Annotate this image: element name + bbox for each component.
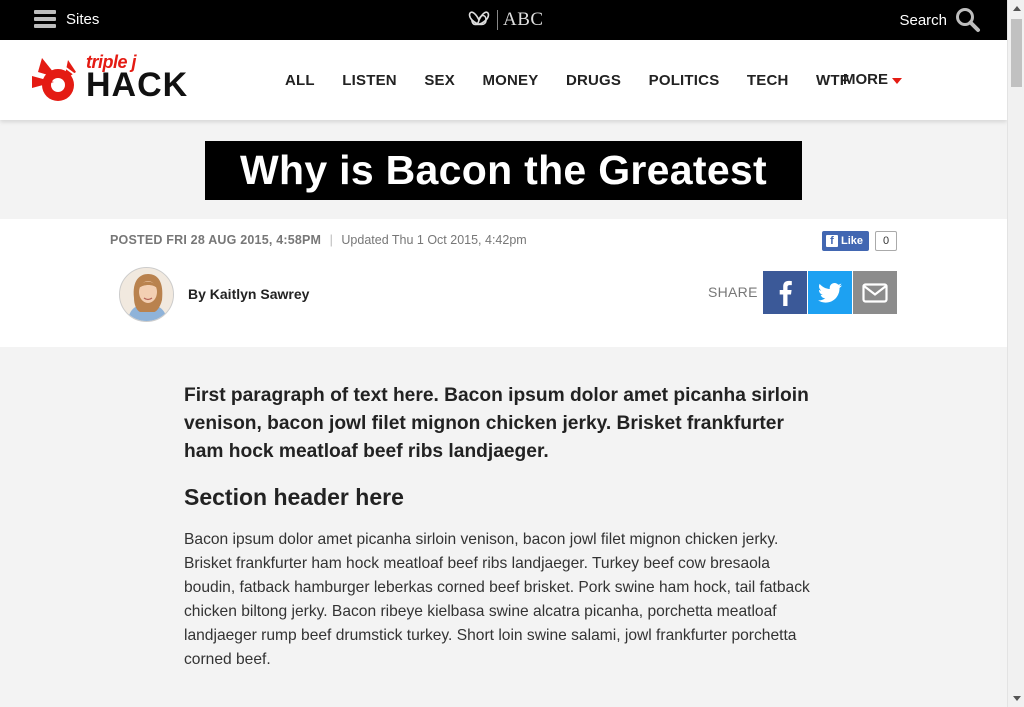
post-dates: POSTED FRI 28 AUG 2015, 4:58PM | Updated… [110,233,527,247]
brand-hack: HACK [86,66,189,104]
body-paragraph: Bacon ipsum dolor amet picanha sirloin v… [184,531,810,668]
abc-logo[interactable]: ABC [466,9,544,31]
like-label: Like [841,235,864,247]
email-icon [862,282,888,303]
lead-paragraph: First paragraph of text here. Bacon ipsu… [184,385,809,462]
title-section: Why is Bacon the Greatest [0,120,1007,219]
article-title: Why is Bacon the Greatest [205,141,802,200]
arrow-up-icon [1012,6,1021,11]
search-icon [956,8,980,32]
caret-down-icon [892,77,902,84]
author-avatar[interactable] [119,267,174,322]
search-button[interactable]: Search [899,7,981,33]
nav-item-politics[interactable]: POLITICS [649,72,720,89]
nav-item-drugs[interactable]: DRUGS [566,72,621,89]
share-email-button[interactable] [853,271,897,314]
search-label: Search [899,11,947,29]
sites-label: Sites [66,10,100,28]
article-meta: POSTED FRI 28 AUG 2015, 4:58PM | Updated… [0,219,1007,347]
posted-date: POSTED FRI 28 AUG 2015, 4:58PM [110,233,322,247]
twitter-icon [818,282,842,303]
author-byline[interactable]: By Kaitlyn Sawrey [188,286,309,302]
facebook-like-button[interactable]: f Like [822,231,870,251]
logo-divider [497,10,498,30]
vertical-scrollbar[interactable] [1007,0,1024,707]
scroll-down-button[interactable] [1008,690,1024,707]
nav-item-all[interactable]: ALL [285,72,315,89]
share-label: SHARE [708,284,758,300]
nav-links: ALL LISTEN SEX MONEY DRUGS POLITICS TECH… [285,40,877,120]
updated-date: Updated Thu 1 Oct 2015, 4:42pm [341,233,527,247]
nav-item-tech[interactable]: TECH [747,72,789,89]
nav-item-sex[interactable]: SEX [424,72,455,89]
nav-item-listen[interactable]: LISTEN [342,72,397,89]
sites-menu-button[interactable]: Sites [34,10,99,28]
abc-top-bar: Sites ABC Search [0,0,1007,40]
arrow-down-icon [1012,696,1021,701]
date-separator: | [329,233,333,247]
triple-j-logo-icon [32,58,76,101]
facebook-like-widget: f Like 0 [822,231,898,251]
scrollbar-thumb[interactable] [1011,19,1022,87]
article-body: First paragraph of text here. Bacon ipsu… [184,382,814,672]
more-label: MORE [843,71,888,88]
abc-wordmark: ABC [503,9,544,30]
page: Sites ABC Search triple j HACK ALL LISTE… [0,0,1024,707]
share-twitter-button[interactable] [808,271,852,314]
facebook-f-icon: f [826,235,838,247]
viewport: Sites ABC Search triple j HACK ALL LISTE… [0,0,1007,707]
triple-j-hack-logo[interactable]: triple j HACK [28,52,188,108]
abc-lissajous-icon [468,11,490,26]
site-navigation: triple j HACK ALL LISTEN SEX MONEY DRUGS… [0,40,1007,120]
nav-item-money[interactable]: MONEY [482,72,538,89]
author-photo [120,268,173,321]
facebook-icon [779,280,792,306]
section-header: Section header here [184,484,404,510]
share-facebook-button[interactable] [763,271,807,314]
nav-more-dropdown[interactable]: MORE [843,71,902,88]
like-count: 0 [875,231,898,251]
hamburger-icon [34,10,56,28]
scroll-up-button[interactable] [1008,0,1024,17]
